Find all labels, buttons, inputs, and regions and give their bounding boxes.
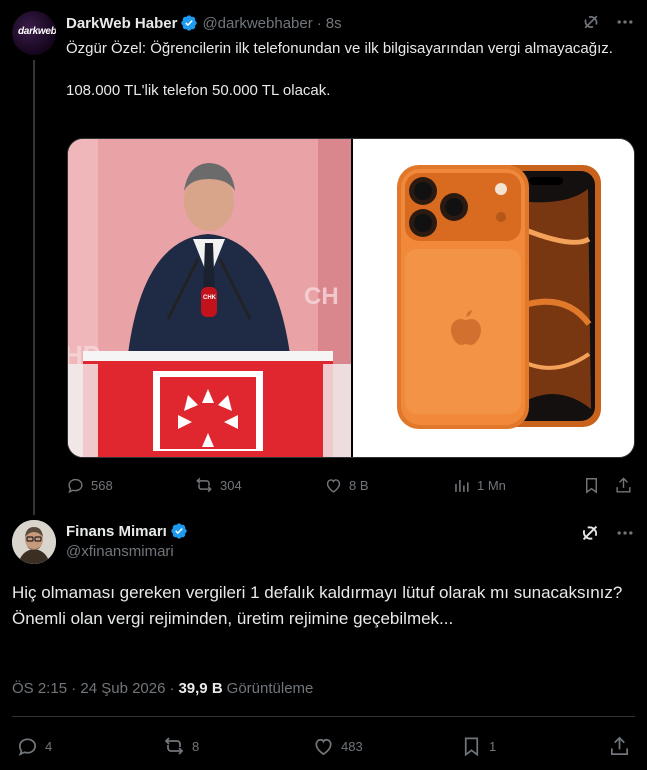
bookmark-count: 1 <box>489 738 497 754</box>
parent-media-grid: HP CH CHK <box>67 138 635 458</box>
reply-icon <box>16 735 39 758</box>
more-options-icon[interactable] <box>615 523 635 543</box>
more-options-icon[interactable] <box>615 12 635 32</box>
svg-text:CHK: CHK <box>203 295 217 301</box>
separator-dot: · <box>316 14 322 32</box>
tweet-timestamp[interactable]: ÖS 2:15 · 24 Şub 2026 <box>12 680 165 697</box>
grok-icon[interactable] <box>579 522 601 544</box>
repost-button[interactable]: 8 <box>162 732 199 760</box>
share-button[interactable] <box>608 732 631 760</box>
parent-time[interactable]: 8s <box>326 15 342 32</box>
parent-share-button[interactable] <box>614 472 633 498</box>
meta-separator: · <box>169 680 175 697</box>
parent-handle[interactable]: @darkwebhaber <box>202 15 312 32</box>
parent-author-name[interactable]: DarkWeb Haber <box>66 15 177 32</box>
parent-bookmark-button[interactable] <box>582 472 601 498</box>
heart-icon <box>312 735 335 758</box>
bookmark-icon <box>582 476 601 495</box>
share-icon <box>608 735 631 758</box>
thread-line <box>33 60 35 515</box>
verified-badge-icon <box>170 522 188 540</box>
parent-reply-button[interactable]: 568 <box>66 472 113 498</box>
svg-text:CH: CH <box>304 283 339 310</box>
parent-text-line2: 108.000 TL'lik telefon 50.000 TL olacak. <box>66 82 331 99</box>
main-author-row: Finans Mimarı <box>66 521 192 541</box>
parent-repost-count: 304 <box>220 477 242 493</box>
repost-icon <box>194 475 214 495</box>
parent-repost-button[interactable]: 304 <box>194 472 242 498</box>
parent-views-count: 1 Mn <box>477 477 506 493</box>
views-count: 39,9 B <box>178 680 223 697</box>
parent-action-bar: 568 304 8 B 1 Mn <box>66 472 634 498</box>
tweet-meta: ÖS 2:15 · 24 Şub 2026 · 39,9 B Görüntüle… <box>12 680 313 697</box>
bookmark-button[interactable]: 1 <box>460 732 496 760</box>
main-tweet-text: Hiç olmaması gereken vergileri 1 defalık… <box>12 583 623 628</box>
views-chart-icon <box>452 476 471 495</box>
share-icon <box>614 476 633 495</box>
avatar-logo-text: darkweb <box>18 26 56 37</box>
repost-count: 8 <box>192 738 200 754</box>
parent-like-count: 8 B <box>349 477 369 493</box>
parent-author-row: DarkWeb Haber @darkwebhaber · 8s <box>66 12 342 34</box>
reply-count: 4 <box>45 738 53 754</box>
parent-views-button[interactable]: 1 Mn <box>452 472 506 498</box>
divider <box>12 716 635 717</box>
like-button[interactable]: 483 <box>312 732 363 760</box>
grok-icon[interactable] <box>581 12 601 32</box>
like-count: 483 <box>341 738 363 754</box>
main-author-name[interactable]: Finans Mimarı <box>66 523 167 540</box>
finans-mimari-avatar[interactable] <box>12 520 56 564</box>
main-handle[interactable]: @xfinansmimari <box>66 543 174 560</box>
parent-text-line1: Özgür Özel: Öğrencilerin ilk telefonunda… <box>66 40 613 57</box>
orange-phone-photo[interactable] <box>353 139 634 457</box>
verified-badge-icon <box>180 14 198 32</box>
reply-button[interactable]: 4 <box>16 732 52 760</box>
parent-reply-count: 568 <box>91 477 113 493</box>
repost-icon <box>162 734 186 758</box>
politician-at-podium-photo[interactable]: HP CH CHK <box>68 139 351 457</box>
main-top-icons <box>579 522 635 544</box>
bookmark-icon <box>460 735 483 758</box>
parent-top-icons <box>581 12 635 32</box>
parent-like-button[interactable]: 8 B <box>324 472 369 498</box>
main-action-bar: 4 8 483 1 <box>12 732 635 760</box>
parent-tweet[interactable]: darkweb DarkWeb Haber @darkwebhaber · 8s… <box>0 0 647 515</box>
heart-icon <box>324 476 343 495</box>
darkweb-haber-avatar[interactable]: darkweb <box>12 11 56 55</box>
reply-icon <box>66 476 85 495</box>
views-label: Görüntüleme <box>226 680 314 697</box>
parent-tweet-text: Özgür Özel: Öğrencilerin ilk telefonunda… <box>66 38 626 101</box>
